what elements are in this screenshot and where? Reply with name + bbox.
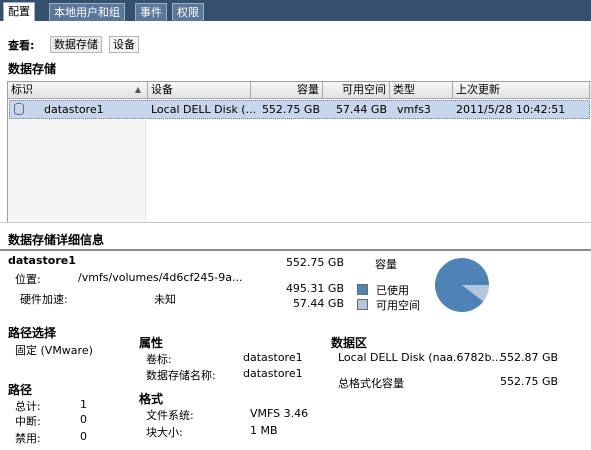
tab-permissions[interactable]: 权限 — [172, 3, 204, 21]
extent-disk-label: Local DELL Disk (naa.6782b... — [338, 351, 503, 364]
paths-total-label: 总计: — [15, 400, 41, 413]
free-legend-swatch — [357, 299, 368, 310]
row-name: datastore1 — [44, 103, 104, 116]
free-value: 57.44 GB — [292, 297, 344, 310]
row-free-space: 57.44 GB — [335, 103, 387, 116]
datastore-icon — [14, 103, 24, 115]
used-label: 已使用 — [376, 284, 409, 297]
capacity-label: 容量 — [375, 258, 397, 271]
extent-disk-value: 552.87 GB — [500, 351, 559, 364]
col-free-space[interactable]: 可用空间 — [323, 82, 390, 98]
row-device: Local DELL Disk (... — [151, 103, 257, 116]
col-capacity[interactable]: 容量 — [251, 82, 323, 98]
path-selection-title: 路径选择 — [8, 326, 57, 340]
usage-pie-chart — [435, 258, 489, 312]
capacity-value: 552.75 GB — [285, 256, 344, 269]
details-title: 数据存储详细信息 — [8, 233, 105, 247]
properties-title: 属性 — [139, 336, 164, 350]
location-label: 位置: — [15, 273, 41, 286]
paths-title: 路径 — [8, 383, 33, 397]
hw-accel-value: 未知 — [154, 293, 176, 306]
block-size-value: 1 MB — [250, 424, 278, 437]
divider — [0, 249, 591, 251]
file-system-value: VMFS 3.46 — [250, 407, 309, 420]
path-selection-value: 固定 (VMware) — [15, 344, 93, 357]
datastore-name-label: 数据存储名称: — [146, 369, 216, 382]
paths-disabled-label: 禁用: — [15, 432, 41, 445]
table-header: 标识 ▲ 设备 容量 可用空间 类型 上次更新 — [8, 82, 591, 99]
tab-local-users-groups[interactable]: 本地用户和组 — [49, 3, 125, 21]
tab-bar: 配置 本地用户和组 事件 权限 — [0, 0, 591, 21]
used-legend-swatch — [357, 284, 368, 295]
divider — [0, 222, 591, 223]
tab-events[interactable]: 事件 — [135, 3, 167, 21]
formatted-capacity-value: 552.75 GB — [500, 375, 559, 388]
datastore-name-value: datastore1 — [243, 367, 303, 380]
view-label: 查看: — [8, 39, 35, 52]
paths-broken-label: 中断: — [15, 415, 41, 428]
row-capacity: 552.75 GB — [261, 103, 320, 116]
table-empty-area — [8, 120, 146, 222]
datastores-title: 数据存储 — [8, 62, 57, 76]
tab-configuration[interactable]: 配置 — [3, 2, 35, 21]
view-datastores-button[interactable]: 数据存储 — [50, 36, 102, 53]
paths-broken-value: 0 — [80, 413, 87, 426]
free-label: 可用空间 — [376, 299, 420, 312]
row-type: vmfs3 — [397, 103, 431, 116]
formatted-capacity-label: 总格式化容量 — [338, 377, 404, 390]
paths-disabled-value: 0 — [80, 430, 87, 443]
col-device[interactable]: 设备 — [148, 82, 251, 98]
view-devices-button[interactable]: 设备 — [109, 36, 139, 53]
details-datastore-name: datastore1 — [8, 254, 76, 267]
datastores-table: 标识 ▲ 设备 容量 可用空间 类型 上次更新 datastore1 Local… — [7, 81, 591, 222]
volume-value: datastore1 — [243, 351, 303, 364]
file-system-label: 文件系统: — [146, 409, 194, 422]
row-last-updated: 2011/5/28 10:42:51 — [456, 103, 566, 116]
hw-accel-label: 硬件加速: — [20, 293, 68, 306]
volume-label: 卷标: — [146, 353, 172, 366]
location-value: /vmfs/volumes/4d6cf245-9a... — [78, 271, 243, 284]
sort-asc-icon: ▲ — [134, 85, 141, 94]
paths-total-value: 1 — [80, 398, 87, 411]
col-type[interactable]: 类型 — [390, 82, 453, 98]
extents-title: 数据区 — [331, 336, 368, 350]
col-identifier-label: 标识 — [11, 83, 33, 96]
block-size-label: 块大小: — [146, 426, 183, 439]
col-last-updated[interactable]: 上次更新 — [453, 82, 590, 98]
format-title: 格式 — [139, 392, 164, 406]
col-identifier[interactable]: 标识 ▲ — [8, 82, 148, 98]
used-value: 495.31 GB — [285, 282, 344, 295]
